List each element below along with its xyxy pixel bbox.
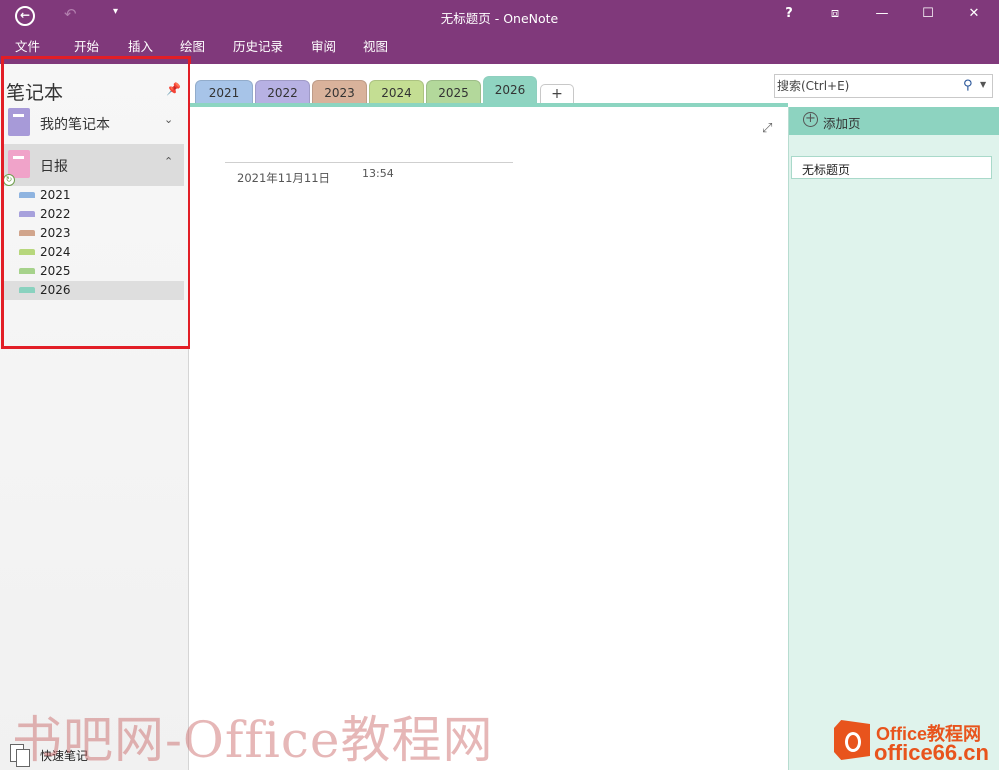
add-page-label: 添加页 (823, 116, 861, 131)
tab-file[interactable]: 文件 (15, 36, 40, 55)
help-button[interactable]: ? (777, 6, 801, 21)
quick-notes-icon (10, 744, 30, 767)
window-title: 无标题页 - OneNote (440, 11, 559, 26)
section-label: 2023 (40, 226, 71, 240)
maximize-button[interactable]: ☐ (916, 6, 940, 21)
section-tab-2022[interactable]: 2022 (255, 80, 310, 104)
section-label: 2024 (40, 245, 71, 259)
quick-notes-label: 快速笔记 (40, 749, 89, 763)
ribbon-display-options-button[interactable]: ⧈ (823, 6, 847, 21)
section-item-2026[interactable]: 2026 (4, 281, 184, 300)
tab-review[interactable]: 审阅 (311, 36, 336, 55)
section-item-2024[interactable]: 2024 (4, 243, 184, 262)
page-list-item-label: 无标题页 (802, 163, 851, 177)
page-title-underline (225, 162, 513, 163)
section-label: 2025 (40, 264, 71, 278)
tab-insert[interactable]: 插入 (128, 36, 153, 55)
sync-icon: ↻ (3, 174, 15, 186)
notebook-label: 日报 (40, 159, 68, 175)
page-list-pane: + 添加页 无标题页 (788, 107, 999, 770)
notebook-pane-title: 笔记本 (6, 82, 64, 104)
notebook-my-notebook[interactable]: 我的笔记本 ⌄ (4, 102, 184, 144)
quick-notes-button[interactable]: 快速笔记 (10, 743, 130, 767)
page-date: 2021年11月11日 (237, 171, 331, 185)
section-tab-2026[interactable]: 2026 (483, 76, 537, 106)
notebook-label: 我的笔记本 (40, 117, 110, 133)
section-label: 2026 (40, 283, 71, 297)
section-item-2023[interactable]: 2023 (4, 224, 184, 243)
section-color-icon (19, 211, 35, 217)
full-page-view-icon[interactable]: ⤢ (762, 121, 772, 136)
close-button[interactable]: ✕ (962, 6, 986, 21)
tab-history[interactable]: 历史记录 (233, 36, 283, 55)
tab-draw[interactable]: 绘图 (180, 36, 205, 55)
section-tab-2023[interactable]: 2023 (312, 80, 367, 104)
add-page-button[interactable]: + 添加页 (789, 107, 999, 135)
section-item-2025[interactable]: 2025 (4, 262, 184, 281)
section-color-icon (19, 230, 35, 236)
chevron-up-icon[interactable]: ⌃ (164, 155, 173, 168)
pin-icon[interactable]: 📌 (166, 82, 181, 96)
search-icon[interactable]: ⚲ (963, 78, 973, 93)
search-input[interactable] (777, 77, 957, 95)
search-box: ⚲ ▼ (774, 74, 993, 98)
notebook-icon (8, 108, 30, 136)
section-color-icon (19, 268, 35, 274)
title-bar: ← ↶ ▾ 无标题页 - OneNote ? ⧈ — ☐ ✕ (0, 0, 999, 32)
section-label: 2021 (40, 188, 71, 202)
search-scope-dropdown[interactable]: ▼ (980, 80, 986, 89)
section-color-icon (19, 192, 35, 198)
notebook-daily-report[interactable]: 日报 ⌃ (4, 144, 184, 186)
section-tab-2025[interactable]: 2025 (426, 80, 481, 104)
minimize-button[interactable]: — (870, 6, 894, 21)
add-section-button[interactable]: + (540, 84, 574, 104)
section-item-2022[interactable]: 2022 (4, 205, 184, 224)
page-time: 13:54 (362, 167, 394, 180)
tab-home[interactable]: 开始 (74, 36, 99, 55)
section-tab-2024[interactable]: 2024 (369, 80, 424, 104)
page-canvas[interactable]: ⤢ 2021年11月11日 13:54 (190, 103, 788, 770)
notebook-pane: 笔记本 📌 我的笔记本 ⌄ 日报 ⌃ ↻ 2021 2022 2023 2024… (0, 64, 189, 770)
tab-view[interactable]: 视图 (363, 36, 388, 55)
chevron-down-icon[interactable]: ⌄ (164, 113, 173, 126)
add-circle-icon: + (803, 112, 818, 127)
ribbon-tab-bar: 文件 开始 插入 绘图 历史记录 审阅 视图 (0, 32, 999, 64)
section-color-icon (19, 287, 35, 293)
section-label: 2022 (40, 207, 71, 221)
page-list-item[interactable]: 无标题页 (791, 156, 992, 179)
section-color-icon (19, 249, 35, 255)
section-tab-2021[interactable]: 2021 (195, 80, 253, 104)
section-item-2021[interactable]: 2021 (4, 186, 184, 205)
